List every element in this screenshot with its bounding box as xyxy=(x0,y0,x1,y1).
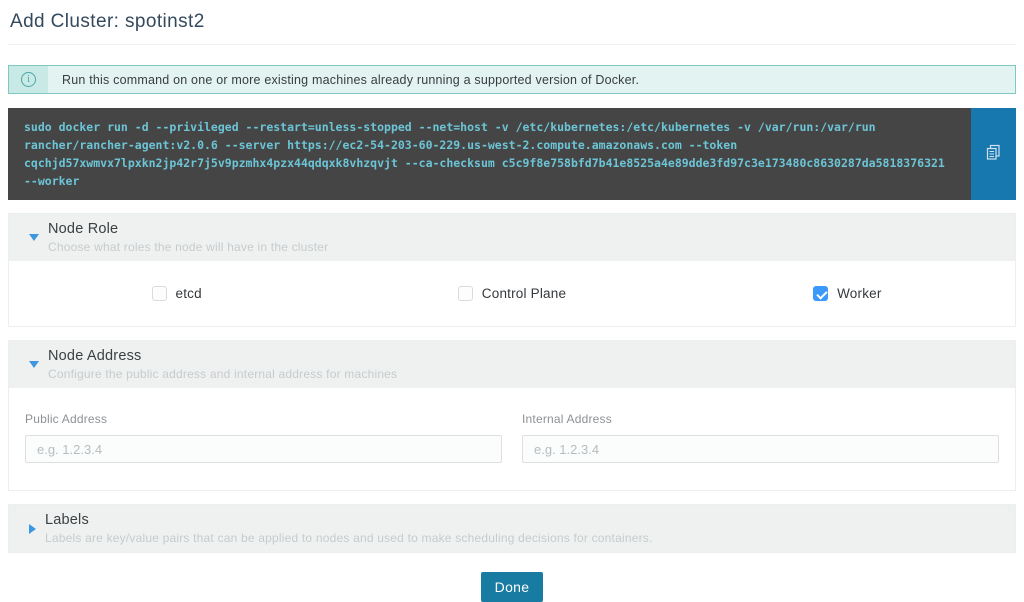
section-labels: Labels Labels are key/value pairs that c… xyxy=(8,504,1016,553)
section-node-address-subtitle: Configure the public address and interna… xyxy=(48,367,397,381)
done-button[interactable]: Done xyxy=(481,572,544,602)
section-labels-header[interactable]: Labels Labels are key/value pairs that c… xyxy=(9,505,1015,552)
section-node-role-header[interactable]: Node Role Choose what roles the node wil… xyxy=(9,214,1015,261)
checkbox-etcd[interactable]: etcd xyxy=(152,286,202,301)
checkbox-control-plane[interactable]: Control Plane xyxy=(458,286,566,301)
section-node-role-title: Node Role xyxy=(48,221,328,238)
etcd-checkbox-box[interactable] xyxy=(152,286,167,301)
page-title: Add Cluster: spotinst2 xyxy=(8,0,1016,33)
copy-command-button[interactable] xyxy=(971,108,1016,200)
section-node-address: Node Address Configure the public addres… xyxy=(8,340,1016,491)
title-divider xyxy=(8,44,1016,45)
node-role-options: etcd Control Plane Worker xyxy=(9,261,1015,326)
footer: Done xyxy=(8,572,1016,602)
info-icon: i xyxy=(21,72,36,87)
internal-address-input[interactable] xyxy=(522,435,999,463)
section-labels-subtitle: Labels are key/value pairs that can be a… xyxy=(45,531,653,545)
section-node-address-header[interactable]: Node Address Configure the public addres… xyxy=(9,341,1015,388)
docker-command-text: sudo docker run -d --privileged --restar… xyxy=(8,108,971,200)
worker-checkbox-label: Worker xyxy=(837,286,881,301)
etcd-checkbox-label: etcd xyxy=(176,286,202,301)
checkbox-worker[interactable]: Worker xyxy=(813,286,881,301)
internal-address-field-group: Internal Address xyxy=(522,412,999,463)
control-plane-checkbox-box[interactable] xyxy=(458,286,473,301)
info-banner-icon-cell: i xyxy=(9,66,48,93)
docker-command-block: sudo docker run -d --privileged --restar… xyxy=(8,108,1016,200)
worker-checkbox-box[interactable] xyxy=(813,286,828,301)
public-address-input[interactable] xyxy=(25,435,502,463)
section-node-role-subtitle: Choose what roles the node will have in … xyxy=(48,240,328,254)
chevron-down-icon xyxy=(29,234,39,241)
internal-address-label: Internal Address xyxy=(522,412,999,426)
clipboard-icon xyxy=(985,144,1002,164)
public-address-field-group: Public Address xyxy=(25,412,502,463)
chevron-down-icon xyxy=(29,361,39,368)
add-cluster-page: Add Cluster: spotinst2 i Run this comman… xyxy=(0,0,1024,602)
section-labels-title: Labels xyxy=(45,512,653,529)
node-address-fields: Public Address Internal Address xyxy=(9,388,1015,490)
section-node-role: Node Role Choose what roles the node wil… xyxy=(8,213,1016,327)
info-banner: i Run this command on one or more existi… xyxy=(8,65,1016,94)
info-banner-text: Run this command on one or more existing… xyxy=(48,66,653,93)
section-node-address-title: Node Address xyxy=(48,348,397,365)
public-address-label: Public Address xyxy=(25,412,502,426)
control-plane-checkbox-label: Control Plane xyxy=(482,286,566,301)
chevron-right-icon xyxy=(29,524,36,534)
